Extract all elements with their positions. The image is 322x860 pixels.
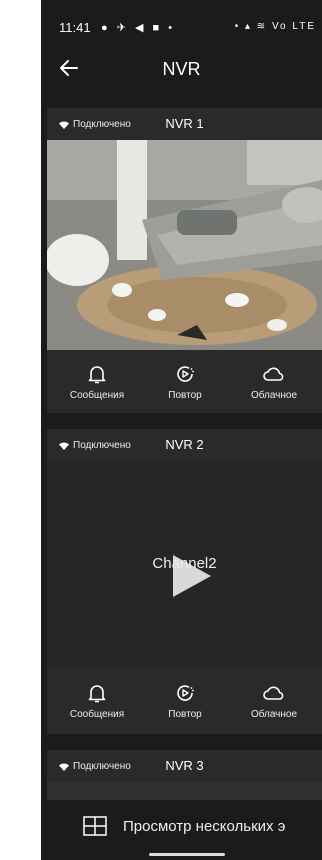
- cloud-icon: [263, 686, 284, 700]
- card-actions: Сообщения Повтор Облачное: [47, 677, 322, 733]
- home-indicator: [149, 853, 225, 856]
- replay-button[interactable]: Повтор: [145, 358, 225, 401]
- multi-view-bar[interactable]: Просмотр нескольких э: [41, 812, 322, 852]
- messages-label: Сообщения: [69, 709, 125, 720]
- nvr-card-2: Подключено NVR 2 Channel2 Сообщения Повт…: [47, 429, 322, 734]
- messages-button[interactable]: Сообщения: [57, 677, 137, 720]
- nvr-card-3: Подключено NVR 3: [47, 750, 322, 800]
- camera-feed[interactable]: Channel2: [47, 461, 322, 669]
- device-name: NVR 3: [165, 758, 204, 773]
- messages-label: Сообщения: [69, 390, 125, 401]
- bell-icon: [88, 685, 106, 703]
- cloud-button[interactable]: Облачное: [234, 677, 314, 720]
- camera-feed[interactable]: [47, 140, 322, 350]
- app-screen: 11:41 ● ✈ ◀ ■ • • ▴ ≋ Vo LTE NVR Подключ…: [41, 0, 322, 860]
- card-header: Подключено NVR 2: [47, 429, 322, 461]
- cloud-label: Облачное: [250, 390, 298, 401]
- channel-label: Channel2: [152, 555, 217, 572]
- card-actions: Сообщения Повтор Облачное: [47, 358, 322, 414]
- notification-icons: ● ✈ ◀ ■ •: [101, 22, 176, 34]
- card-header: Подключено NVR 1: [47, 108, 322, 140]
- device-name: NVR 2: [165, 437, 204, 452]
- cloud-label: Облачное: [250, 709, 298, 720]
- grid-icon: [83, 816, 107, 836]
- device-name: NVR 1: [165, 116, 204, 131]
- card-header: Подключено NVR 3: [47, 750, 322, 782]
- cloud-icon: [263, 367, 284, 381]
- messages-button[interactable]: Сообщения: [57, 358, 137, 401]
- cloud-button[interactable]: Облачное: [234, 358, 314, 401]
- status-time: 11:41: [59, 20, 91, 35]
- living-room-image: [47, 140, 322, 350]
- replay-label: Повтор: [168, 390, 202, 401]
- multi-view-label: Просмотр нескольких э: [123, 818, 286, 835]
- bell-icon: [88, 366, 106, 384]
- replay-icon: [177, 366, 194, 382]
- replay-icon: [177, 685, 194, 701]
- signal-icons: • ▴ ≋ Vo LTE: [234, 21, 316, 32]
- replay-label: Повтор: [168, 709, 202, 720]
- status-bar: 11:41 ● ✈ ◀ ■ • • ▴ ≋ Vo LTE: [41, 18, 322, 38]
- app-bar: NVR: [41, 50, 322, 90]
- replay-button[interactable]: Повтор: [145, 677, 225, 720]
- camera-feed[interactable]: [47, 782, 322, 800]
- nvr-card-1: Подключено NVR 1 Сообщения Повтор Облачн…: [47, 108, 322, 413]
- page-title: NVR: [162, 59, 201, 79]
